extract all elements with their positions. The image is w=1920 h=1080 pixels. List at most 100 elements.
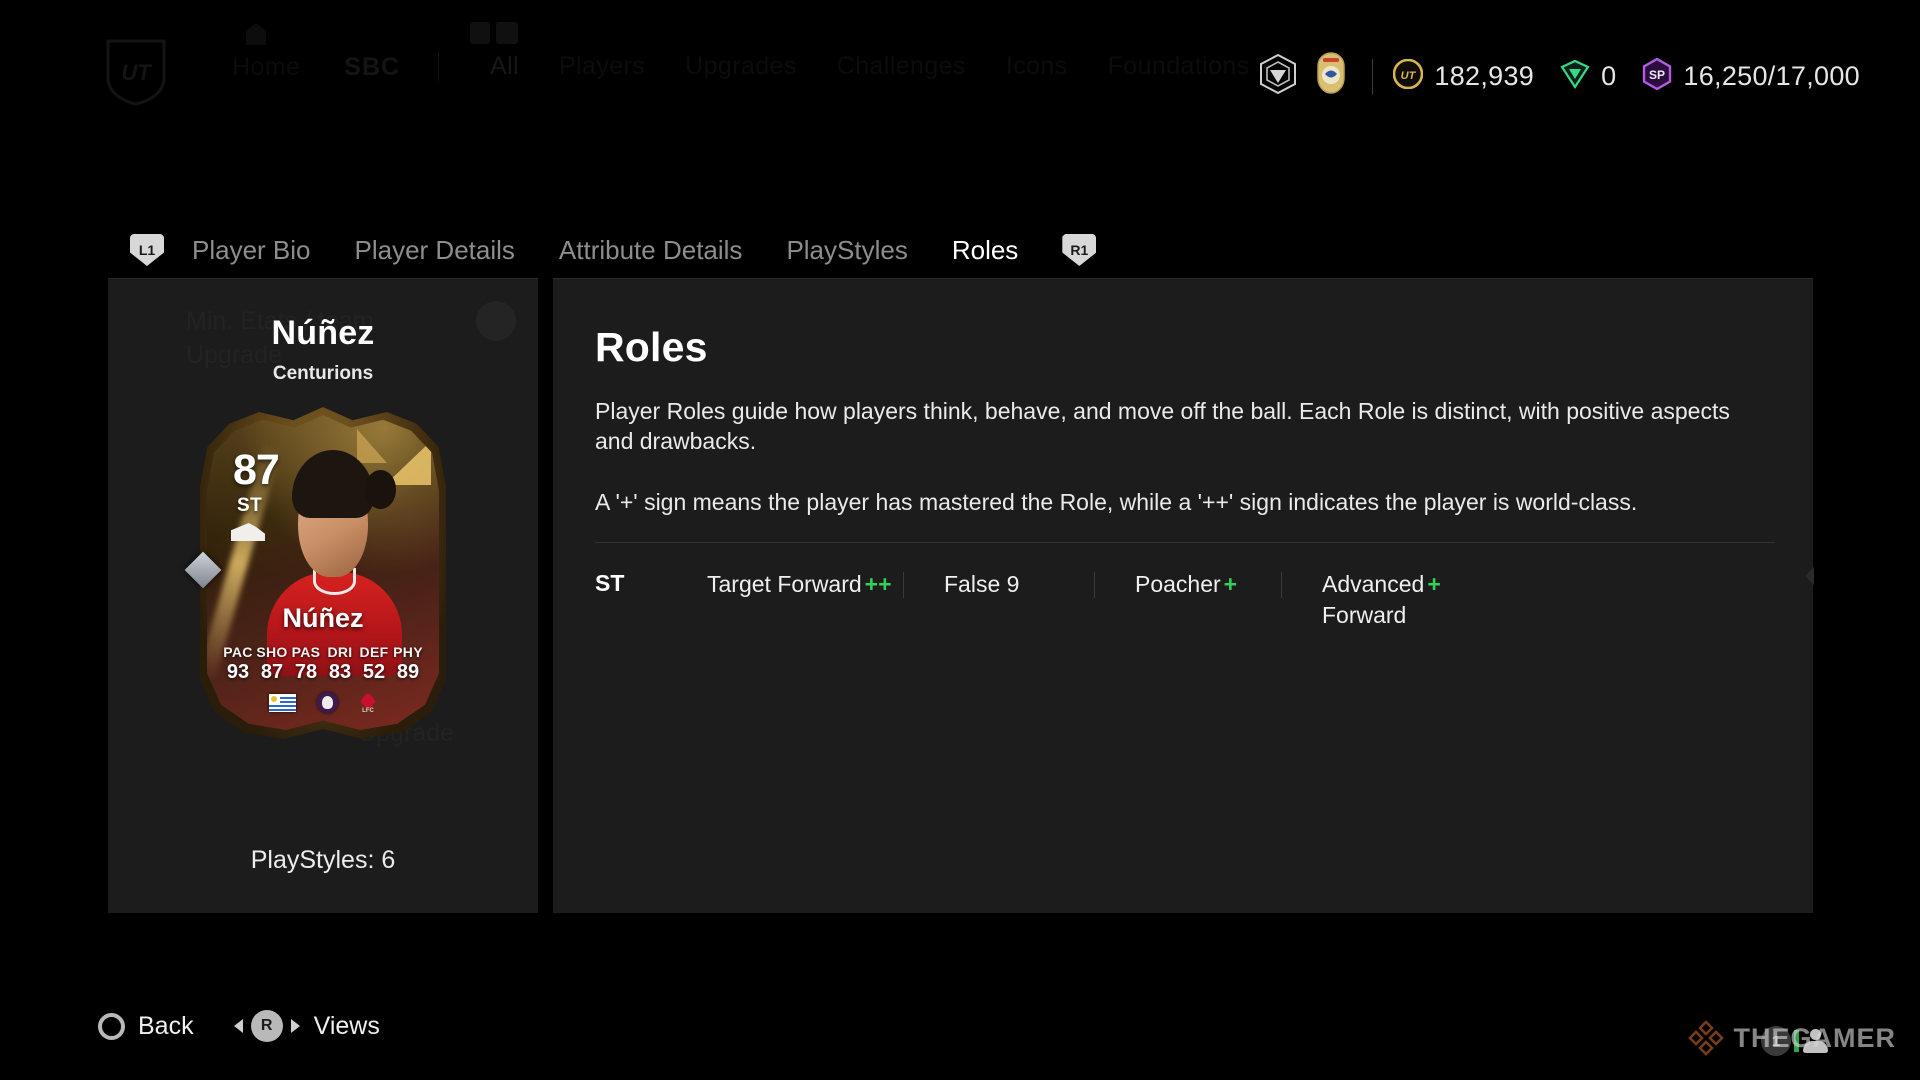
nav-item-foundations[interactable]: Foundations — [1088, 52, 1270, 81]
stat-label-pac: PAC — [223, 644, 253, 660]
tab-player-details[interactable]: Player Details — [333, 235, 537, 266]
stat-value-pas: 78 — [294, 661, 318, 683]
panel-scroll-arrow-icon — [1805, 567, 1814, 585]
top-navigation-bar: UT Home SBC All Players Upgrades Challen… — [0, 0, 1920, 115]
page-title: Roles — [595, 324, 708, 370]
circle-button-icon — [98, 1012, 125, 1040]
svg-text:UT: UT — [1401, 70, 1417, 82]
card-position: ST — [237, 495, 263, 516]
views-action[interactable]: R Views — [233, 1010, 380, 1042]
ut-shield-icon: UT — [105, 38, 167, 106]
card-stat-labels: PAC 93 SHO 87 PAS 78 DRI 83 DEF 52 PHY 8… — [221, 644, 425, 684]
role-plus: + — [1427, 571, 1441, 597]
currency-divider — [1372, 58, 1374, 95]
player-subtitle: Centurions — [272, 363, 374, 384]
primary-nav: Home SBC — [210, 52, 455, 82]
r1-bumper-label: R1 — [1070, 242, 1089, 258]
roles-row: ST Target Forward ++ False 9 Poacher + A… — [595, 569, 1775, 631]
right-arrow-icon — [290, 1019, 300, 1033]
player-hair — [291, 449, 375, 518]
left-arrow-icon — [233, 1019, 243, 1033]
home-icon — [245, 22, 267, 46]
coins-value: 182,939 — [1434, 61, 1535, 91]
nav-item-icons[interactable]: Icons — [986, 52, 1088, 81]
watermark-text: THEGAMER — [1733, 1022, 1896, 1053]
stat-label-dri: DRI — [327, 644, 353, 660]
bottom-action-bar: Back R Views — [0, 972, 1920, 1080]
tab-roles[interactable]: Roles — [930, 235, 1040, 266]
role-items: Target Forward ++ False 9 Poacher + Adva… — [707, 569, 1775, 631]
player-portrait — [258, 449, 411, 677]
nav-item-home[interactable]: Home — [210, 53, 322, 82]
stat-col-pas: PAS 78 — [289, 644, 323, 684]
app-screen: UT Home SBC All Players Upgrades Challen… — [0, 0, 1920, 1080]
back-action[interactable]: Back — [98, 1012, 194, 1041]
currency-bar: UT 182,939 0 SP 16,250/17,000 — [1258, 52, 1860, 101]
stat-value-pac: 93 — [226, 661, 250, 683]
roles-description-2: A '+' sign means the player has mastered… — [595, 489, 1638, 515]
stat-label-pas: PAS — [291, 644, 321, 660]
nav-item-all[interactable]: All — [470, 52, 539, 81]
sp-hex-icon: SP — [1642, 57, 1672, 95]
playstyles-count: PlayStyles: 6 — [250, 846, 396, 874]
card-inner: 87 ST Núñez PAC 93 SHO 87 PAS 78 DRI 83 … — [207, 415, 439, 730]
fc-points-icon — [1560, 59, 1590, 94]
back-label: Back — [138, 1011, 194, 1040]
role-item-target-forward[interactable]: Target Forward ++ — [707, 569, 903, 600]
thegamer-watermark: THEGAMER — [1686, 1018, 1897, 1058]
role-position-label: ST — [595, 570, 625, 596]
premier-league-icon — [316, 692, 338, 713]
detail-tabs: L1 Player Bio Player Details Attribute D… — [130, 234, 1097, 266]
tab-attribute-details[interactable]: Attribute Details — [537, 235, 765, 266]
sbc-category-icons — [470, 22, 518, 44]
card-rating: 87 — [233, 446, 280, 494]
card-badges: LFC — [207, 691, 439, 714]
stat-value-sho: 87 — [260, 661, 284, 683]
role-plus: + — [1223, 571, 1238, 597]
sp-currency: SP 16,250/17,000 — [1642, 57, 1860, 95]
nav-item-upgrades[interactable]: Upgrades — [665, 52, 817, 81]
nav-item-sbc[interactable]: SBC — [322, 53, 422, 82]
stat-label-phy: PHY — [393, 644, 423, 660]
role-item-poacher[interactable]: Poacher + — [1095, 569, 1281, 600]
r-stick-icon: R — [250, 1010, 283, 1042]
secondary-nav: All Players Upgrades Challenges Icons Fo… — [470, 52, 1270, 81]
role-item-false-9[interactable]: False 9 — [904, 569, 1094, 600]
player-name: Núñez — [271, 314, 375, 352]
club-badges — [1258, 52, 1350, 101]
stat-value-def: 52 — [362, 661, 386, 683]
card-stats: PAC 93 SHO 87 PAS 78 DRI 83 DEF 52 PHY 8… — [221, 644, 425, 684]
tab-player-bio[interactable]: Player Bio — [170, 235, 333, 266]
tab-playstyles[interactable]: PlayStyles — [764, 235, 929, 266]
nav-item-challenges[interactable]: Challenges — [817, 52, 986, 81]
card-player-name: Núñez — [282, 603, 364, 633]
l1-bumper-badge[interactable]: L1 — [130, 234, 164, 266]
stat-label-sho: SHO — [256, 644, 288, 660]
role-item-advanced-forward[interactable]: Advanced Forward + — [1282, 569, 1441, 631]
roles-description-1: Player Roles guide how players think, be… — [595, 398, 1730, 455]
stat-label-def: DEF — [359, 644, 389, 660]
points-currency: 0 — [1560, 59, 1616, 94]
role-name: Poacher — [1135, 571, 1221, 597]
points-value: 0 — [1601, 61, 1617, 91]
role-name: Advanced Forward — [1322, 571, 1425, 628]
role-name: Target Forward — [707, 571, 862, 597]
r1-bumper-badge[interactable]: R1 — [1062, 234, 1097, 266]
nav-divider — [438, 52, 440, 82]
roles-panel: Roles Player Roles guide how players thi… — [553, 278, 1814, 913]
player-card[interactable]: 87 ST Núñez PAC 93 SHO 87 PAS 78 DRI 83 … — [184, 407, 446, 739]
section-divider — [595, 542, 1775, 543]
uruguay-flag-icon — [268, 693, 296, 712]
role-name: False 9 — [944, 571, 1020, 597]
liverpool-crest-icon: LFC — [359, 691, 378, 714]
club-crest-icon — [1258, 53, 1298, 100]
ut-coins-icon: UT — [1393, 58, 1424, 94]
thegamer-logo-icon — [1686, 1018, 1726, 1058]
stat-value-dri: 83 — [328, 661, 352, 683]
svg-text:UT: UT — [121, 60, 152, 85]
nav-item-players[interactable]: Players — [539, 52, 665, 81]
stat-col-phy: PHY 89 — [391, 644, 425, 684]
real-madrid-crest-icon — [1312, 52, 1350, 101]
role-plus: ++ — [864, 571, 892, 597]
l1-bumper-label: L1 — [138, 242, 156, 258]
